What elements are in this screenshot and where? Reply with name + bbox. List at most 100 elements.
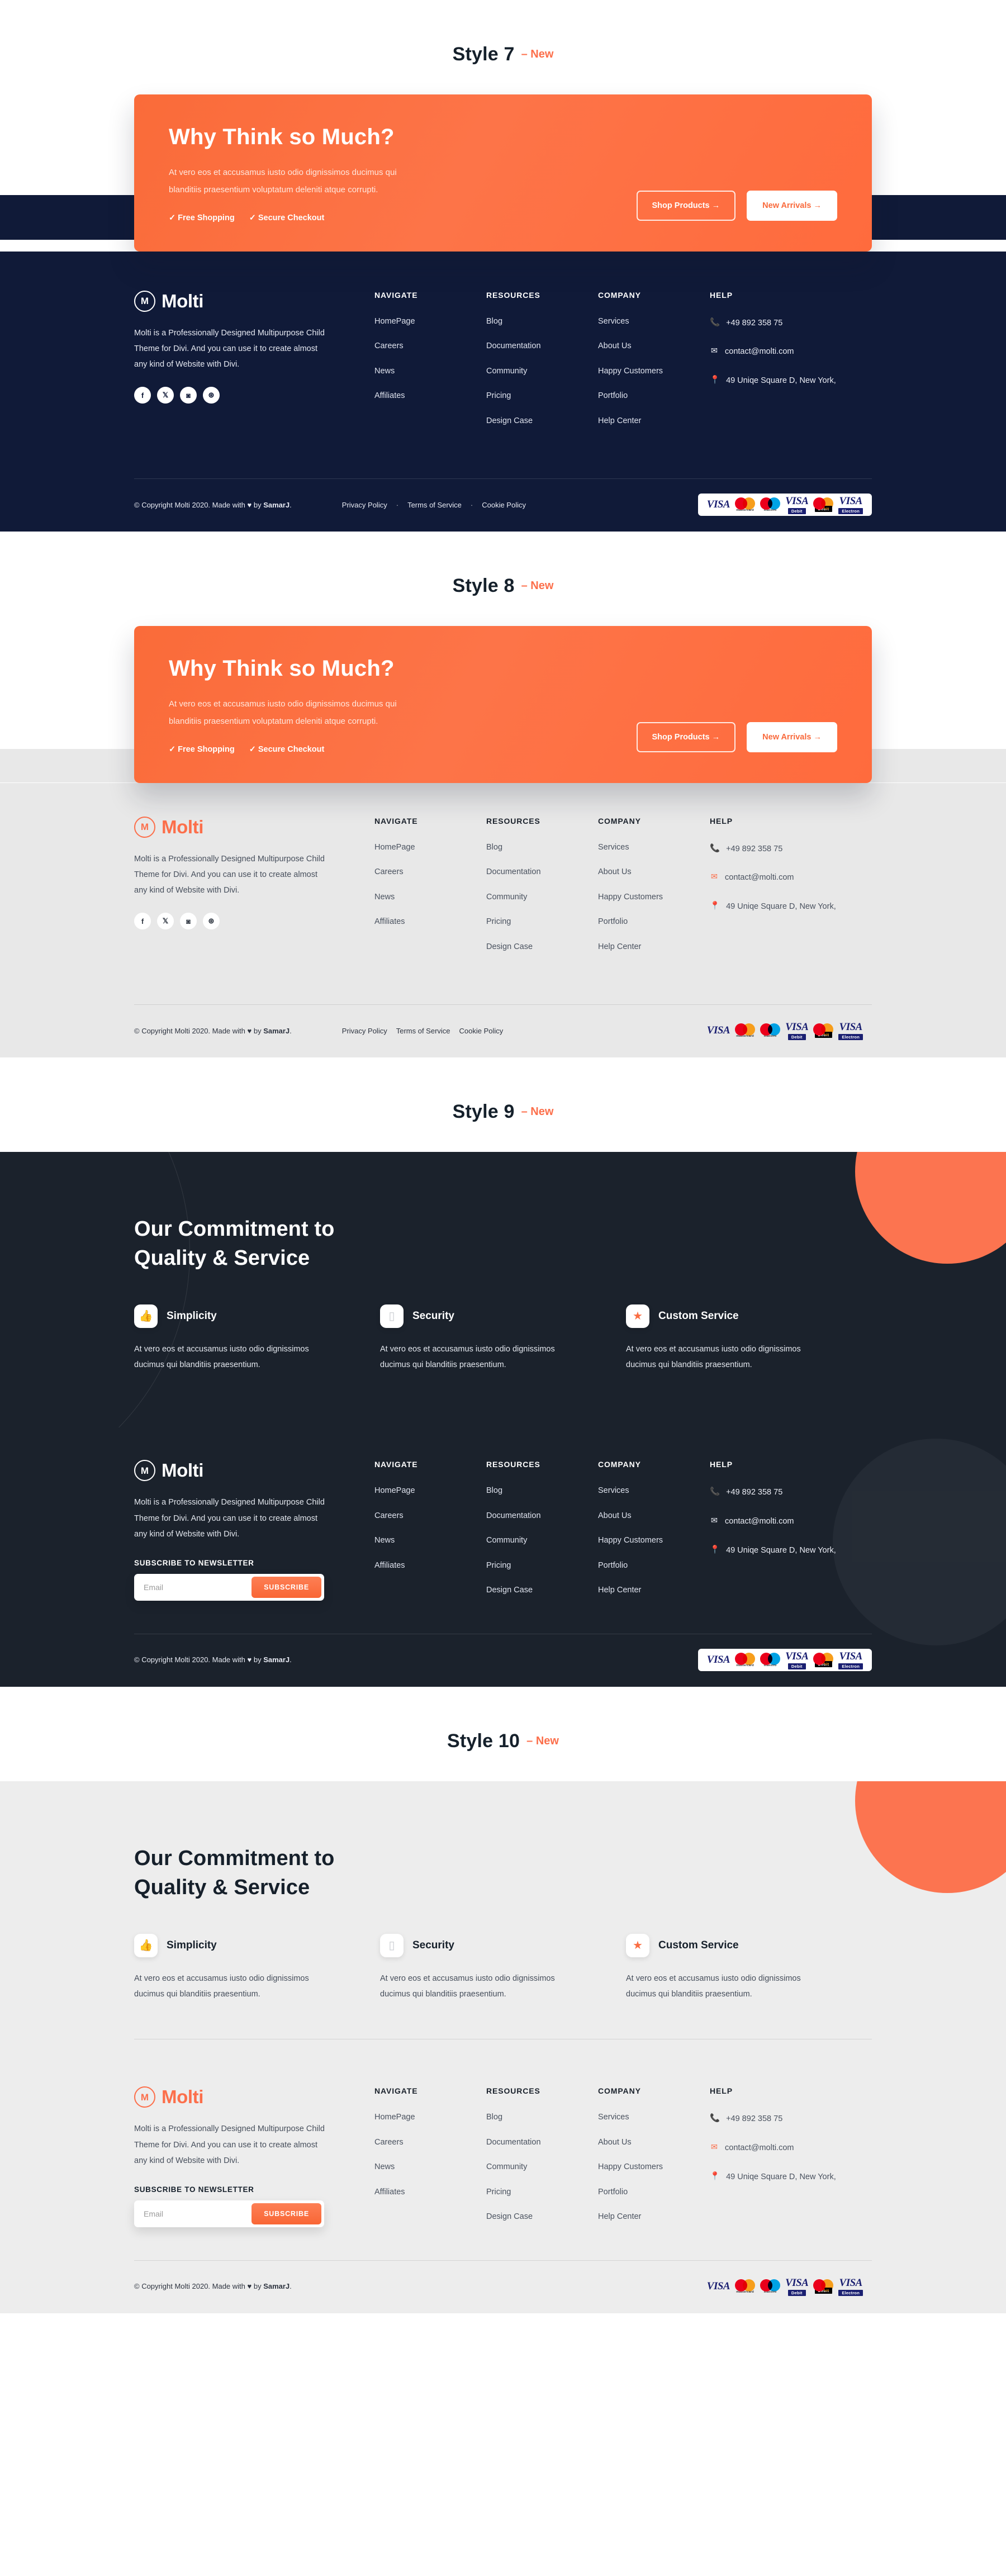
footer-link-help-center[interactable]: Help Center (598, 2213, 710, 2221)
footer-link-about-us[interactable]: About Us (598, 342, 710, 350)
legal-terms-of-service[interactable]: Terms of Service (407, 501, 462, 509)
newsletter-email-input[interactable] (137, 2204, 252, 2224)
contact-phone[interactable]: 📞 +49 892 358 75 (710, 1487, 866, 1499)
footer-link-blog[interactable]: Blog (486, 2113, 598, 2122)
legal-privacy-policy[interactable]: Privacy Policy (342, 501, 387, 509)
shop-products-button[interactable]: Shop Products → (636, 191, 736, 221)
legal-terms-of-service[interactable]: Terms of Service (396, 1027, 450, 1035)
footer-link-news[interactable]: News (374, 367, 486, 376)
footer-link-careers[interactable]: Careers (374, 868, 486, 876)
footer-link-happy-customers[interactable]: Happy Customers (598, 893, 710, 902)
dribbble-icon[interactable]: ⊛ (203, 387, 220, 404)
footer-link-blog[interactable]: Blog (486, 843, 598, 852)
x-twitter-icon[interactable]: 𝕏 (157, 913, 174, 930)
instagram-icon[interactable]: ◙ (180, 913, 197, 930)
logo[interactable]: M Molti (134, 290, 341, 312)
footer-link-careers[interactable]: Careers (374, 1512, 486, 1520)
footer-link-documentation[interactable]: Documentation (486, 2138, 598, 2147)
new-arrivals-button[interactable]: New Arrivals → (747, 191, 837, 221)
newsletter-email-input[interactable] (137, 1577, 252, 1598)
logo[interactable]: M Molti (134, 816, 341, 838)
footer-link-design-case[interactable]: Design Case (486, 1586, 598, 1595)
footer-link-portfolio[interactable]: Portfolio (598, 1562, 710, 1570)
footer-link-community[interactable]: Community (486, 1536, 598, 1545)
legal-privacy-policy[interactable]: Privacy Policy (342, 1027, 387, 1035)
footer-link-services[interactable]: Services (598, 2113, 710, 2122)
footer-link-about-us[interactable]: About Us (598, 868, 710, 876)
footer-link-news[interactable]: News (374, 893, 486, 902)
footer-link-pricing[interactable]: Pricing (486, 1562, 598, 1570)
legal-cookie-policy[interactable]: Cookie Policy (482, 501, 526, 509)
legal-separator: · (470, 500, 473, 509)
instagram-icon[interactable]: ◙ (180, 387, 197, 404)
subscribe-button[interactable]: SUBSCRIBE (252, 1577, 321, 1598)
footer-link-help-center[interactable]: Help Center (598, 942, 710, 951)
contact-phone[interactable]: 📞 +49 892 358 75 (710, 2113, 866, 2126)
footer-link-homepage[interactable]: HomePage (374, 843, 486, 852)
footer-link-design-case[interactable]: Design Case (486, 942, 598, 951)
footer-link-careers[interactable]: Careers (374, 342, 486, 350)
footer-link-blog[interactable]: Blog (486, 1487, 598, 1495)
footer-link-portfolio[interactable]: Portfolio (598, 392, 710, 400)
contact-email[interactable]: ✉ contact@molti.com (710, 872, 866, 884)
footer-link-news[interactable]: News (374, 1536, 486, 1545)
footer-about-text: Molti is a Professionally Designed Multi… (134, 854, 325, 895)
footer-link-happy-customers[interactable]: Happy Customers (598, 367, 710, 376)
logo[interactable]: M Molti (134, 1460, 341, 1482)
contact-phone[interactable]: 📞 +49 892 358 75 (710, 317, 866, 330)
perk-free-shopping: ✓ Free Shopping (169, 744, 235, 754)
footer-link-documentation[interactable]: Documentation (486, 342, 598, 350)
star-icon: ★ (626, 1304, 649, 1328)
legal-cookie-policy[interactable]: Cookie Policy (459, 1027, 504, 1035)
contact-phone[interactable]: 📞 +49 892 358 75 (710, 843, 866, 856)
footer-link-design-case[interactable]: Design Case (486, 416, 598, 425)
footer-link-about-us[interactable]: About Us (598, 1512, 710, 1520)
footer-link-affiliates[interactable]: Affiliates (374, 2188, 486, 2197)
footer-link-homepage[interactable]: HomePage (374, 2113, 486, 2122)
footer-link-help-center[interactable]: Help Center (598, 1586, 710, 1595)
footer-link-careers[interactable]: Careers (374, 2138, 486, 2147)
copyright-suffix: . (290, 1655, 292, 1664)
facebook-icon[interactable]: f (134, 913, 151, 930)
footer-link-about-us[interactable]: About Us (598, 2138, 710, 2147)
new-arrivals-button[interactable]: New Arrivals → (747, 722, 837, 752)
footer-link-affiliates[interactable]: Affiliates (374, 1562, 486, 1570)
footer-link-services[interactable]: Services (598, 1487, 710, 1495)
address-value: 49 Uniqe Square D, New York, (726, 902, 836, 911)
shop-products-button[interactable]: Shop Products → (636, 722, 736, 752)
dribbble-icon[interactable]: ⊛ (203, 913, 220, 930)
footer-link-documentation[interactable]: Documentation (486, 1512, 598, 1520)
logo[interactable]: M Molti (134, 2086, 341, 2108)
facebook-icon[interactable]: f (134, 387, 151, 404)
footer-link-affiliates[interactable]: Affiliates (374, 918, 486, 926)
footer-link-pricing[interactable]: Pricing (486, 2188, 598, 2197)
footer-link-design-case[interactable]: Design Case (486, 2213, 598, 2221)
footer-link-happy-customers[interactable]: Happy Customers (598, 2163, 710, 2171)
footer-link-services[interactable]: Services (598, 317, 710, 326)
footer-link-blog[interactable]: Blog (486, 317, 598, 326)
footer-link-community[interactable]: Community (486, 2163, 598, 2171)
contact-email[interactable]: ✉ contact@molti.com (710, 346, 866, 358)
footer-link-services[interactable]: Services (598, 843, 710, 852)
mastercard-icon: mastercard (735, 1023, 756, 1038)
footer-link-affiliates[interactable]: Affiliates (374, 392, 486, 400)
footer-column-help: HELP 📞 +49 892 358 75 ✉ contact@molti.co… (710, 1460, 866, 1611)
footer-link-happy-customers[interactable]: Happy Customers (598, 1536, 710, 1545)
footer-link-portfolio[interactable]: Portfolio (598, 2188, 710, 2197)
contact-email[interactable]: ✉ contact@molti.com (710, 1516, 866, 1528)
footer-link-help-center[interactable]: Help Center (598, 416, 710, 425)
footer-link-documentation[interactable]: Documentation (486, 868, 598, 876)
footer-link-pricing[interactable]: Pricing (486, 918, 598, 926)
x-twitter-icon[interactable]: 𝕏 (157, 387, 174, 404)
contact-email[interactable]: ✉ contact@molti.com (710, 2142, 866, 2155)
footer-link-news[interactable]: News (374, 2163, 486, 2171)
footer-link-portfolio[interactable]: Portfolio (598, 918, 710, 926)
footer-link-homepage[interactable]: HomePage (374, 317, 486, 326)
footer-link-homepage[interactable]: HomePage (374, 1487, 486, 1495)
footer-link-community[interactable]: Community (486, 367, 598, 376)
subscribe-button[interactable]: SUBSCRIBE (252, 2203, 321, 2225)
payment-methods: VISA mastercard maestro VISADebit Debit … (698, 2275, 872, 2298)
mastercard-icon: mastercard (735, 2279, 756, 2294)
footer-link-community[interactable]: Community (486, 893, 598, 902)
footer-link-pricing[interactable]: Pricing (486, 392, 598, 400)
